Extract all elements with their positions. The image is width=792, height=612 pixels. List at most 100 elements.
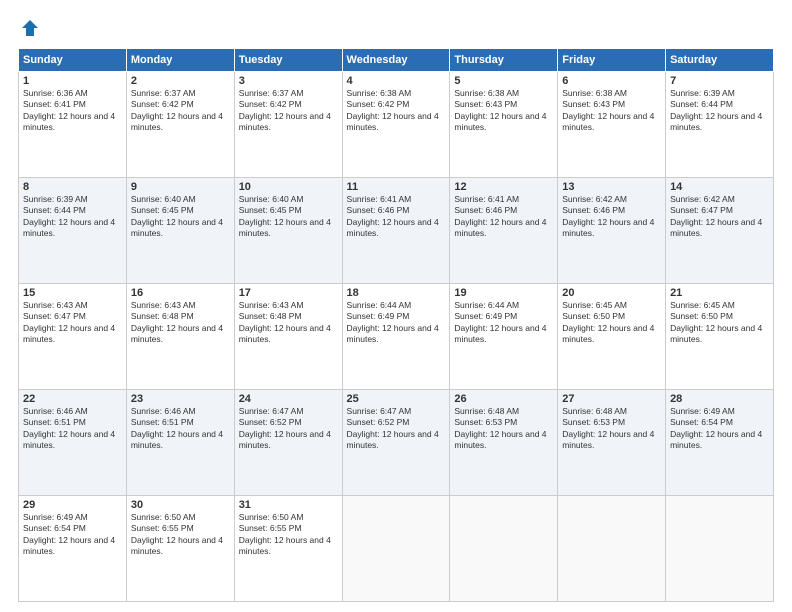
day-info: Sunrise: 6:36 AMSunset: 6:41 PMDaylight:… [23,88,122,134]
calendar-cell: 16Sunrise: 6:43 AMSunset: 6:48 PMDayligh… [126,284,234,390]
day-info: Sunrise: 6:44 AMSunset: 6:49 PMDaylight:… [454,300,553,346]
day-info: Sunrise: 6:44 AMSunset: 6:49 PMDaylight:… [347,300,446,346]
calendar-cell: 23Sunrise: 6:46 AMSunset: 6:51 PMDayligh… [126,390,234,496]
day-info: Sunrise: 6:48 AMSunset: 6:53 PMDaylight:… [454,406,553,452]
day-number: 31 [239,499,338,511]
calendar-table: Sunday Monday Tuesday Wednesday Thursday… [18,48,774,602]
calendar-cell: 4Sunrise: 6:38 AMSunset: 6:42 PMDaylight… [342,72,450,178]
day-info: Sunrise: 6:47 AMSunset: 6:52 PMDaylight:… [239,406,338,452]
day-info: Sunrise: 6:46 AMSunset: 6:51 PMDaylight:… [131,406,230,452]
day-info: Sunrise: 6:42 AMSunset: 6:47 PMDaylight:… [670,194,769,240]
calendar-cell: 7Sunrise: 6:39 AMSunset: 6:44 PMDaylight… [666,72,774,178]
day-info: Sunrise: 6:45 AMSunset: 6:50 PMDaylight:… [670,300,769,346]
day-info: Sunrise: 6:38 AMSunset: 6:43 PMDaylight:… [454,88,553,134]
logo-icon [20,18,40,38]
col-wednesday: Wednesday [342,49,450,72]
calendar-cell: 8Sunrise: 6:39 AMSunset: 6:44 PMDaylight… [19,178,127,284]
day-number: 21 [670,287,769,299]
day-number: 22 [23,393,122,405]
day-info: Sunrise: 6:49 AMSunset: 6:54 PMDaylight:… [23,512,122,558]
day-number: 16 [131,287,230,299]
calendar-cell: 17Sunrise: 6:43 AMSunset: 6:48 PMDayligh… [234,284,342,390]
day-number: 24 [239,393,338,405]
day-number: 14 [670,181,769,193]
day-info: Sunrise: 6:41 AMSunset: 6:46 PMDaylight:… [454,194,553,240]
day-info: Sunrise: 6:42 AMSunset: 6:46 PMDaylight:… [562,194,661,240]
calendar-week-row: 29Sunrise: 6:49 AMSunset: 6:54 PMDayligh… [19,496,774,602]
calendar-cell: 29Sunrise: 6:49 AMSunset: 6:54 PMDayligh… [19,496,127,602]
day-info: Sunrise: 6:45 AMSunset: 6:50 PMDaylight:… [562,300,661,346]
day-info: Sunrise: 6:39 AMSunset: 6:44 PMDaylight:… [670,88,769,134]
calendar-cell: 1Sunrise: 6:36 AMSunset: 6:41 PMDaylight… [19,72,127,178]
calendar-cell: 9Sunrise: 6:40 AMSunset: 6:45 PMDaylight… [126,178,234,284]
day-number: 7 [670,75,769,87]
day-number: 23 [131,393,230,405]
day-number: 20 [562,287,661,299]
col-sunday: Sunday [19,49,127,72]
day-info: Sunrise: 6:41 AMSunset: 6:46 PMDaylight:… [347,194,446,240]
day-info: Sunrise: 6:49 AMSunset: 6:54 PMDaylight:… [670,406,769,452]
day-number: 13 [562,181,661,193]
calendar-cell [342,496,450,602]
day-number: 18 [347,287,446,299]
day-info: Sunrise: 6:43 AMSunset: 6:48 PMDaylight:… [239,300,338,346]
day-number: 30 [131,499,230,511]
day-number: 25 [347,393,446,405]
calendar-cell: 31Sunrise: 6:50 AMSunset: 6:55 PMDayligh… [234,496,342,602]
calendar-cell: 27Sunrise: 6:48 AMSunset: 6:53 PMDayligh… [558,390,666,496]
col-saturday: Saturday [666,49,774,72]
day-info: Sunrise: 6:48 AMSunset: 6:53 PMDaylight:… [562,406,661,452]
logo [18,18,40,38]
calendar-cell: 30Sunrise: 6:50 AMSunset: 6:55 PMDayligh… [126,496,234,602]
day-info: Sunrise: 6:40 AMSunset: 6:45 PMDaylight:… [131,194,230,240]
day-info: Sunrise: 6:43 AMSunset: 6:47 PMDaylight:… [23,300,122,346]
day-info: Sunrise: 6:47 AMSunset: 6:52 PMDaylight:… [347,406,446,452]
col-friday: Friday [558,49,666,72]
day-info: Sunrise: 6:37 AMSunset: 6:42 PMDaylight:… [239,88,338,134]
day-info: Sunrise: 6:46 AMSunset: 6:51 PMDaylight:… [23,406,122,452]
col-tuesday: Tuesday [234,49,342,72]
calendar-cell: 3Sunrise: 6:37 AMSunset: 6:42 PMDaylight… [234,72,342,178]
calendar-cell [558,496,666,602]
day-info: Sunrise: 6:37 AMSunset: 6:42 PMDaylight:… [131,88,230,134]
day-number: 17 [239,287,338,299]
calendar-cell: 14Sunrise: 6:42 AMSunset: 6:47 PMDayligh… [666,178,774,284]
day-number: 28 [670,393,769,405]
calendar-week-row: 22Sunrise: 6:46 AMSunset: 6:51 PMDayligh… [19,390,774,496]
calendar-week-row: 8Sunrise: 6:39 AMSunset: 6:44 PMDaylight… [19,178,774,284]
day-number: 2 [131,75,230,87]
calendar-header-row: Sunday Monday Tuesday Wednesday Thursday… [19,49,774,72]
day-number: 5 [454,75,553,87]
calendar-week-row: 15Sunrise: 6:43 AMSunset: 6:47 PMDayligh… [19,284,774,390]
calendar-cell: 6Sunrise: 6:38 AMSunset: 6:43 PMDaylight… [558,72,666,178]
day-number: 19 [454,287,553,299]
calendar-cell: 15Sunrise: 6:43 AMSunset: 6:47 PMDayligh… [19,284,127,390]
page: Sunday Monday Tuesday Wednesday Thursday… [0,0,792,612]
day-number: 9 [131,181,230,193]
calendar-cell: 26Sunrise: 6:48 AMSunset: 6:53 PMDayligh… [450,390,558,496]
calendar-cell: 21Sunrise: 6:45 AMSunset: 6:50 PMDayligh… [666,284,774,390]
calendar-cell [450,496,558,602]
calendar-cell: 19Sunrise: 6:44 AMSunset: 6:49 PMDayligh… [450,284,558,390]
calendar-cell: 5Sunrise: 6:38 AMSunset: 6:43 PMDaylight… [450,72,558,178]
calendar-cell: 24Sunrise: 6:47 AMSunset: 6:52 PMDayligh… [234,390,342,496]
col-monday: Monday [126,49,234,72]
calendar-cell: 10Sunrise: 6:40 AMSunset: 6:45 PMDayligh… [234,178,342,284]
col-thursday: Thursday [450,49,558,72]
calendar-cell: 13Sunrise: 6:42 AMSunset: 6:46 PMDayligh… [558,178,666,284]
calendar-cell: 22Sunrise: 6:46 AMSunset: 6:51 PMDayligh… [19,390,127,496]
calendar-cell [666,496,774,602]
day-number: 1 [23,75,122,87]
day-info: Sunrise: 6:40 AMSunset: 6:45 PMDaylight:… [239,194,338,240]
day-number: 12 [454,181,553,193]
calendar-cell: 18Sunrise: 6:44 AMSunset: 6:49 PMDayligh… [342,284,450,390]
day-info: Sunrise: 6:38 AMSunset: 6:43 PMDaylight:… [562,88,661,134]
day-number: 15 [23,287,122,299]
calendar-week-row: 1Sunrise: 6:36 AMSunset: 6:41 PMDaylight… [19,72,774,178]
day-number: 29 [23,499,122,511]
day-info: Sunrise: 6:50 AMSunset: 6:55 PMDaylight:… [239,512,338,558]
calendar-cell: 11Sunrise: 6:41 AMSunset: 6:46 PMDayligh… [342,178,450,284]
calendar-cell: 28Sunrise: 6:49 AMSunset: 6:54 PMDayligh… [666,390,774,496]
day-info: Sunrise: 6:50 AMSunset: 6:55 PMDaylight:… [131,512,230,558]
calendar-cell: 12Sunrise: 6:41 AMSunset: 6:46 PMDayligh… [450,178,558,284]
